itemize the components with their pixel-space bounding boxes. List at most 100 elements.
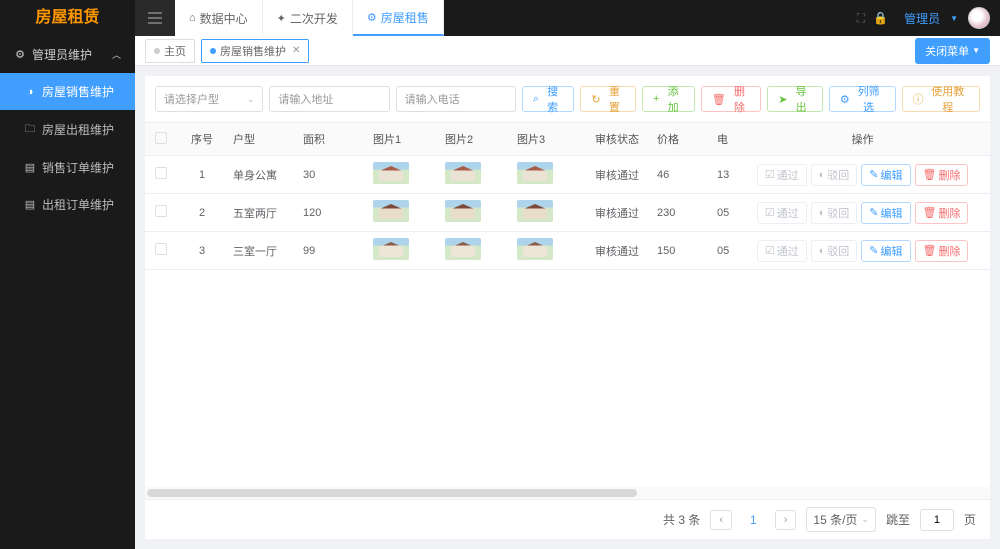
delete-button[interactable]: 🗑删除 xyxy=(701,86,761,112)
sidebar-toggle[interactable] xyxy=(135,0,175,36)
cell-area: 30 xyxy=(297,156,367,194)
edit-icon: ✎ xyxy=(869,244,878,257)
sidebar-group-label: 管理员维护 xyxy=(32,46,92,63)
tutorial-button[interactable]: ⓘ使用教程 xyxy=(902,86,981,112)
close-menu-button[interactable]: 关闭菜单 ▼ xyxy=(915,38,990,64)
crumb-label: 主页 xyxy=(164,43,186,59)
house-thumbnail[interactable] xyxy=(445,200,481,222)
cell-area: 99 xyxy=(297,232,367,270)
house-thumbnail[interactable] xyxy=(517,162,553,184)
house-thumbnail[interactable] xyxy=(373,200,409,222)
tab-secondary-dev[interactable]: ✦ 二次开发 xyxy=(263,0,353,36)
col-status: 审核状态 xyxy=(589,123,651,156)
row-delete-button[interactable]: 🗑 删除 xyxy=(915,240,969,262)
row-checkbox[interactable] xyxy=(155,205,167,217)
sidebar-item-sale-order[interactable]: ▤ 销售订单维护 xyxy=(0,149,135,186)
lock-icon[interactable]: 🔒 xyxy=(873,11,888,26)
gear-icon: ⚙ xyxy=(14,48,26,61)
col-seq: 序号 xyxy=(177,123,227,156)
edit-button[interactable]: ✎ 编辑 xyxy=(861,202,910,224)
cell-price: 230 xyxy=(651,194,711,232)
reset-button[interactable]: ↻重置 xyxy=(580,86,636,112)
house-thumbnail[interactable] xyxy=(373,162,409,184)
avatar[interactable] xyxy=(968,7,990,29)
address-input[interactable]: 请输入地址 xyxy=(269,86,389,112)
row-delete-button[interactable]: 🗑 删除 xyxy=(915,202,969,224)
check-icon: ☑ xyxy=(765,206,775,219)
reject-button[interactable]: ◐ 驳回 xyxy=(811,240,858,262)
dot-icon xyxy=(210,48,216,54)
search-button[interactable]: ⌕搜索 xyxy=(522,86,575,112)
trash-icon: 🗑 xyxy=(923,168,937,181)
approve-button[interactable]: ☑ 通过 xyxy=(757,240,807,262)
select-placeholder: 请选择户型 xyxy=(164,91,219,107)
main-area: 主页 房屋销售维护 ✕ 关闭菜单 ▼ 请选择户型 ⌄ 请输入地址 请输入电话 ⌕… xyxy=(135,36,1000,549)
col-img1: 图片1 xyxy=(367,123,439,156)
page-number[interactable]: 1 xyxy=(742,510,765,530)
col-type: 户型 xyxy=(227,123,297,156)
row-checkbox[interactable] xyxy=(155,243,167,255)
select-all-checkbox[interactable] xyxy=(155,132,167,144)
prev-page-button[interactable]: ‹ xyxy=(710,510,732,530)
reject-button[interactable]: ◐ 驳回 xyxy=(811,202,858,224)
house-thumbnail[interactable] xyxy=(373,238,409,260)
fullscreen-icon[interactable]: ⛶ xyxy=(857,11,865,26)
sidebar-item-sale-maintain[interactable]: ◑ 房屋销售维护 xyxy=(0,73,135,110)
phone-input[interactable]: 请输入电话 xyxy=(396,86,516,112)
chevron-down-icon[interactable]: ▼ xyxy=(950,14,958,23)
table-row: 3三室一厅99审核通过15005☑ 通过◐ 驳回✎ 编辑🗑 删除 xyxy=(145,232,990,270)
crumb-label: 房屋销售维护 xyxy=(220,43,286,59)
info-icon: ⓘ xyxy=(913,91,924,107)
breadcrumb-bar: 主页 房屋销售维护 ✕ 关闭菜单 ▼ xyxy=(135,36,1000,66)
house-thumbnail[interactable] xyxy=(517,200,553,222)
cell-type: 三室一厅 xyxy=(227,232,297,270)
house-thumbnail[interactable] xyxy=(445,162,481,184)
table-container: 序号 户型 面积 图片1 图片2 图片3 审核状态 价格 电 操作 1单身公寓3… xyxy=(145,123,990,499)
crumb-home[interactable]: 主页 xyxy=(145,39,195,63)
reject-icon: ◐ xyxy=(819,207,826,219)
chevron-down-icon: ▼ xyxy=(972,46,980,55)
horizontal-scrollbar[interactable] xyxy=(145,487,990,499)
cell-phone: 05 xyxy=(711,194,735,232)
edit-button[interactable]: ✎ 编辑 xyxy=(861,164,910,186)
edit-icon: ✎ xyxy=(869,206,878,219)
content-panel: 请选择户型 ⌄ 请输入地址 请输入电话 ⌕搜索 ↻重置 +添加 🗑删除 ➤导出 … xyxy=(145,76,990,539)
sidebar-item-label: 房屋销售维护 xyxy=(42,83,114,100)
folder-icon: 🗀 xyxy=(24,120,36,139)
house-thumbnail[interactable] xyxy=(445,238,481,260)
jump-page-input[interactable] xyxy=(920,509,954,531)
app-logo: 房屋租赁 xyxy=(0,0,135,36)
button-label: 删除 xyxy=(729,83,750,115)
sidebar-group-admin[interactable]: ⚙ 管理员维护 ︿ xyxy=(0,36,135,73)
approve-button[interactable]: ☑ 通过 xyxy=(757,164,807,186)
reject-button[interactable]: ◐ 驳回 xyxy=(811,164,858,186)
sidebar-item-rent-maintain[interactable]: 🗀 房屋出租维护 xyxy=(0,110,135,149)
page-size-select[interactable]: 15 条/页 ⌄ xyxy=(806,507,876,532)
sidebar-item-rent-order[interactable]: ▤ 出租订单维护 xyxy=(0,186,135,223)
tab-data-center[interactable]: ⌂ 数据中心 xyxy=(175,0,263,36)
cell-phone: 13 xyxy=(711,156,735,194)
table-row: 1单身公寓30审核通过4613☑ 通过◐ 驳回✎ 编辑🗑 删除 xyxy=(145,156,990,194)
row-delete-button[interactable]: 🗑 删除 xyxy=(915,164,969,186)
user-role-label[interactable]: 管理员 xyxy=(904,10,940,27)
add-button[interactable]: +添加 xyxy=(642,86,695,112)
next-page-button[interactable]: › xyxy=(775,510,797,530)
crumb-current[interactable]: 房屋销售维护 ✕ xyxy=(201,39,309,63)
page-size-label: 15 条/页 xyxy=(813,511,857,528)
row-checkbox[interactable] xyxy=(155,167,167,179)
house-thumbnail[interactable] xyxy=(517,238,553,260)
cell-seq: 1 xyxy=(177,156,227,194)
tab-house-rental[interactable]: ⚙ 房屋租售 xyxy=(353,0,444,36)
column-filter-button[interactable]: ⚙列筛选 xyxy=(829,86,896,112)
export-button[interactable]: ➤导出 xyxy=(767,86,823,112)
check-icon: ☑ xyxy=(765,244,775,257)
approve-button[interactable]: ☑ 通过 xyxy=(757,202,807,224)
search-icon: ⌕ xyxy=(533,93,539,106)
sidebar-item-label: 出租订单维护 xyxy=(42,196,114,213)
trash-icon: 🗑 xyxy=(923,244,937,257)
list-icon: ▤ xyxy=(24,161,36,174)
close-icon[interactable]: ✕ xyxy=(292,45,300,56)
edit-button[interactable]: ✎ 编辑 xyxy=(861,240,910,262)
house-type-select[interactable]: 请选择户型 ⌄ xyxy=(155,86,263,112)
cell-type: 单身公寓 xyxy=(227,156,297,194)
